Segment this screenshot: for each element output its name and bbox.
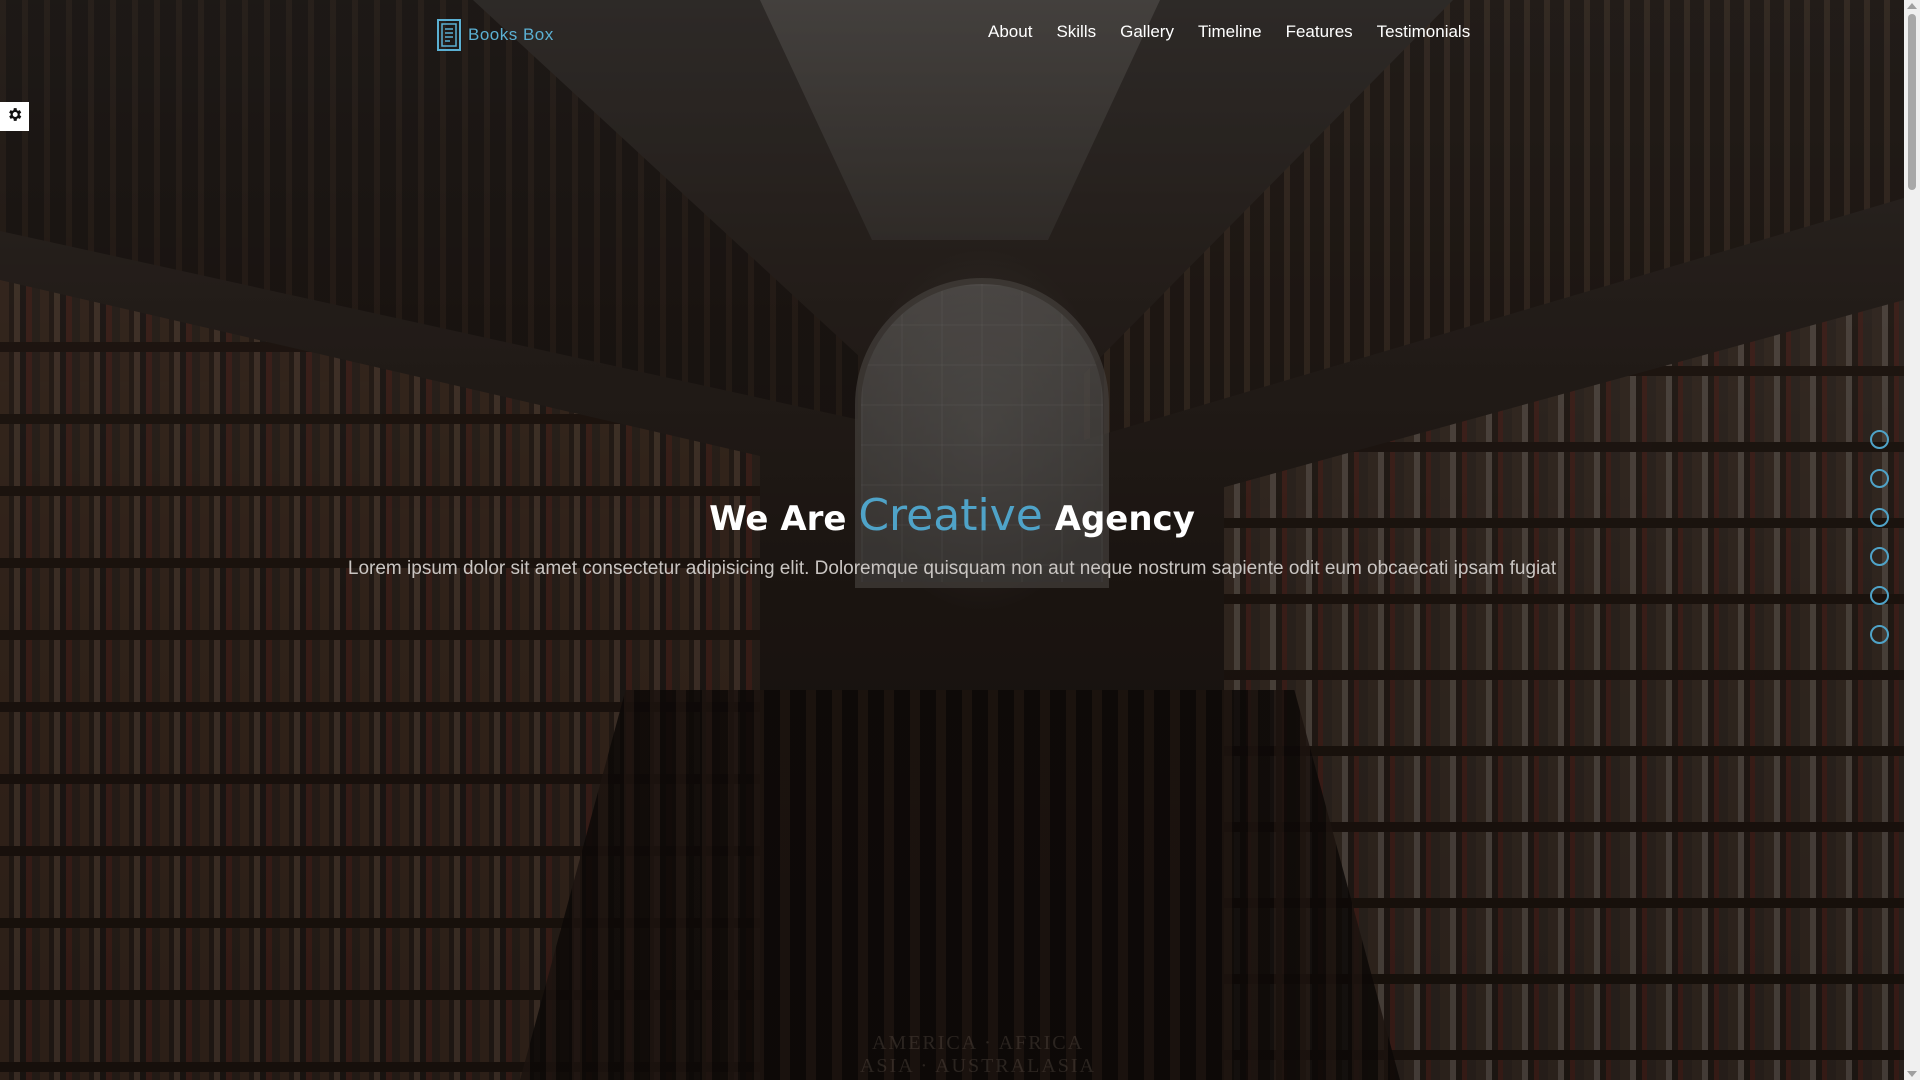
slider-dots bbox=[1870, 430, 1889, 644]
slider-dot-6[interactable] bbox=[1870, 625, 1889, 644]
slider-dot-5[interactable] bbox=[1870, 586, 1889, 605]
headline-suffix: Agency bbox=[1054, 499, 1195, 539]
slider-dot-2[interactable] bbox=[1870, 469, 1889, 488]
slider-dot-3[interactable] bbox=[1870, 508, 1889, 527]
slider-dot-4[interactable] bbox=[1870, 547, 1889, 566]
main-nav: About Skills Gallery Timeline Features T… bbox=[988, 22, 1470, 42]
nav-link-gallery[interactable]: Gallery bbox=[1120, 22, 1174, 42]
nav-link-about[interactable]: About bbox=[988, 22, 1032, 42]
page-scrollbar[interactable] bbox=[1904, 0, 1920, 1080]
nav-link-timeline[interactable]: Timeline bbox=[1198, 22, 1262, 42]
scroll-thumb[interactable] bbox=[1908, 14, 1916, 190]
scroll-down-icon[interactable] bbox=[1907, 1071, 1917, 1077]
settings-button[interactable] bbox=[0, 102, 29, 131]
book-icon bbox=[436, 18, 464, 52]
headline-prefix: We Are bbox=[709, 499, 847, 539]
nav-link-features[interactable]: Features bbox=[1286, 22, 1353, 42]
gear-icon bbox=[6, 106, 23, 127]
hero-subtext: Lorem ipsum dolor sit amet consectetur a… bbox=[347, 558, 1557, 579]
slider-dot-1[interactable] bbox=[1870, 430, 1889, 449]
hero-headline: We Are Creative Agency bbox=[0, 490, 1904, 541]
headline-accent: Creative bbox=[858, 490, 1043, 541]
logo-text: Books Box bbox=[468, 25, 554, 44]
scroll-up-icon[interactable] bbox=[1907, 3, 1917, 9]
logo-link[interactable]: Books Box bbox=[436, 18, 554, 52]
hero-section: AMERICA · AFRICA ASIA · AUSTRALASIA Book… bbox=[0, 0, 1904, 1080]
nav-link-skills[interactable]: Skills bbox=[1056, 22, 1096, 42]
nav-link-testimonials[interactable]: Testimonials bbox=[1377, 22, 1471, 42]
